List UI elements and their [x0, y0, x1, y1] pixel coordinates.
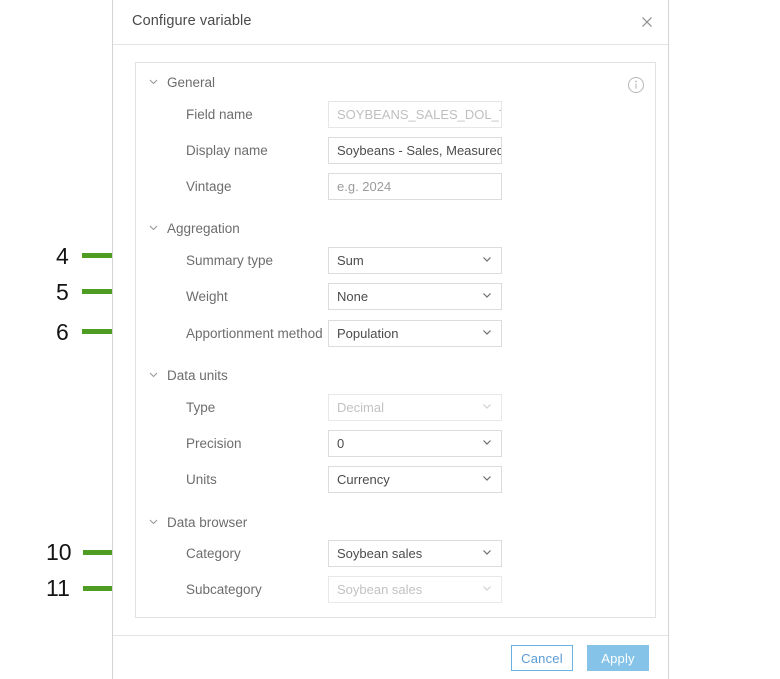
precision-value: 0 — [337, 436, 345, 451]
field-name-input: SOYBEANS_SALES_DOL_TO — [328, 101, 502, 128]
page-title: Configure variable — [132, 13, 252, 29]
chevron-down-icon — [148, 368, 159, 383]
chevron-down-icon — [481, 436, 493, 451]
chevron-down-icon — [148, 75, 159, 90]
chevron-down-icon — [481, 546, 493, 561]
units-select[interactable]: Currency — [328, 466, 502, 493]
weight-value: None — [337, 289, 369, 304]
subcategory-value: Soybean sales — [337, 582, 423, 597]
display-name-input[interactable]: Soybeans - Sales, Measured i — [328, 137, 502, 164]
summary-type-value: Sum — [337, 253, 364, 268]
chevron-down-icon — [481, 582, 493, 597]
type-select: Decimal — [328, 394, 502, 421]
close-icon[interactable] — [634, 9, 660, 35]
section-header-data-units[interactable]: Data units — [148, 368, 228, 383]
section-label: General — [167, 75, 216, 90]
callout-number: 6 — [56, 319, 69, 345]
callout-number: 4 — [56, 243, 69, 269]
chevron-down-icon — [481, 326, 493, 341]
weight-label: Weight — [186, 289, 228, 304]
apportionment-method-value: Population — [337, 326, 399, 341]
category-label: Category — [186, 546, 241, 561]
summary-type-select[interactable]: Sum — [328, 247, 502, 274]
subcategory-label: Subcategory — [186, 582, 262, 597]
category-value: Soybean sales — [337, 546, 423, 561]
chevron-down-icon — [148, 221, 159, 236]
chevron-down-icon — [481, 472, 493, 487]
dialog-header: Configure variable — [113, 0, 668, 45]
units-label: Units — [186, 472, 217, 487]
chevron-down-icon — [481, 400, 493, 415]
precision-select[interactable]: 0 — [328, 430, 502, 457]
chevron-down-icon — [481, 289, 493, 304]
apportionment-method-select[interactable]: Population — [328, 320, 502, 347]
settings-panel: General Field name SOYBEANS_SALES_DOL_TO… — [135, 62, 656, 618]
precision-label: Precision — [186, 436, 242, 451]
weight-select[interactable]: None — [328, 283, 502, 310]
section-label: Aggregation — [167, 221, 240, 236]
type-value: Decimal — [337, 400, 384, 415]
callout-number: 11 — [46, 575, 70, 601]
apportionment-method-label: Apportionment method — [186, 326, 323, 341]
section-label: Data browser — [167, 515, 248, 530]
category-select[interactable]: Soybean sales — [328, 540, 502, 567]
callout-number: 10 — [46, 539, 72, 565]
apply-button[interactable]: Apply — [587, 645, 649, 671]
info-icon[interactable] — [627, 76, 645, 94]
dialog-footer: Cancel Apply — [113, 635, 668, 679]
vintage-label: Vintage — [186, 179, 232, 194]
section-header-general[interactable]: General — [148, 75, 215, 90]
chevron-down-icon — [148, 515, 159, 530]
field-name-label: Field name — [186, 107, 253, 122]
display-name-label: Display name — [186, 143, 268, 158]
section-header-aggregation[interactable]: Aggregation — [148, 221, 240, 236]
section-label: Data units — [167, 368, 228, 383]
cancel-button[interactable]: Cancel — [511, 645, 573, 671]
vintage-input[interactable]: e.g. 2024 — [328, 173, 502, 200]
chevron-down-icon — [481, 253, 493, 268]
units-value: Currency — [337, 472, 390, 487]
subcategory-select: Soybean sales — [328, 576, 502, 603]
callout-number: 5 — [56, 279, 69, 305]
type-label: Type — [186, 400, 216, 415]
configure-variable-dialog: Configure variable General Field name SO… — [112, 0, 669, 679]
section-header-data-browser[interactable]: Data browser — [148, 515, 247, 530]
summary-type-label: Summary type — [186, 253, 274, 268]
